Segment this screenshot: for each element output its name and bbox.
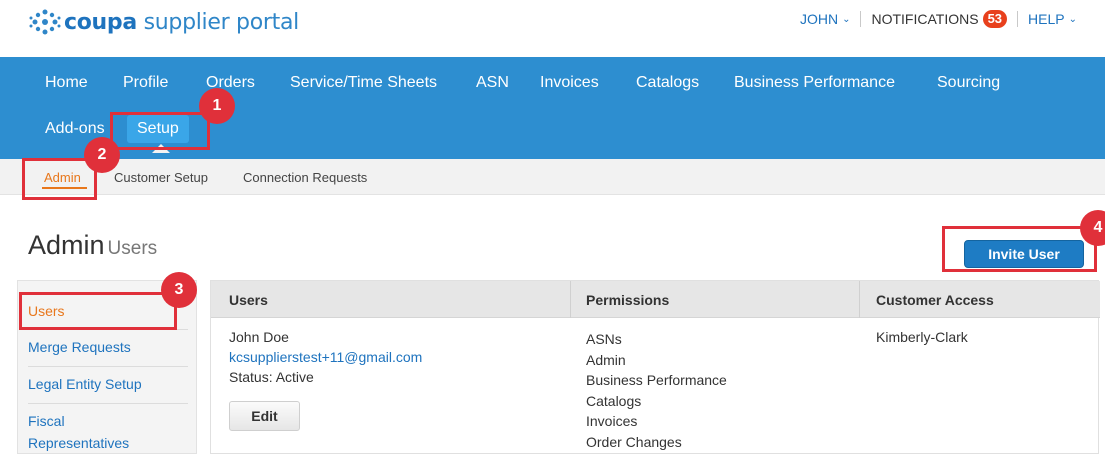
callout-highlight-users xyxy=(19,292,177,330)
callout-highlight-setup xyxy=(110,112,210,150)
column-divider xyxy=(570,281,571,318)
permission-item: Order Changes xyxy=(586,433,682,450)
nav-item-home[interactable]: Home xyxy=(45,74,88,92)
user-menu-label: JOHN xyxy=(799,11,839,27)
page-title: Admin Users xyxy=(28,230,158,260)
permission-item: Admin xyxy=(586,351,626,368)
column-header-customer-access[interactable]: Customer Access xyxy=(876,292,994,308)
customer-access-value: Kimberly-Clark xyxy=(876,329,968,345)
coupa-logo[interactable]: coupa supplier portal xyxy=(28,7,299,37)
notifications-link[interactable]: NOTIFICATIONS 53 xyxy=(861,10,1017,28)
nav-item-asn[interactable]: ASN xyxy=(476,74,509,92)
permission-item: Business Performance xyxy=(586,372,727,388)
nav-item-catalogs[interactable]: Catalogs xyxy=(636,74,699,92)
column-header-permissions[interactable]: Permissions xyxy=(586,292,669,308)
top-bar: coupa supplier portal JOHN ⌄ NOTIFICATIO… xyxy=(0,0,1105,46)
permission-item: Catalogs xyxy=(586,392,642,409)
nav-item-business-performance[interactable]: Business Performance xyxy=(734,74,895,92)
sidebar-item-fiscal-representatives-line2[interactable]: Representatives xyxy=(28,435,129,451)
permission-item: ASNs xyxy=(586,331,622,347)
sidebar-item-merge-requests[interactable]: Merge Requests xyxy=(28,339,131,355)
callout-number-1: 1 xyxy=(199,88,235,124)
sidebar-item-fiscal-representatives[interactable]: Fiscal xyxy=(28,413,65,429)
permission-item: Invoices xyxy=(586,413,638,429)
nav-item-add-ons[interactable]: Add-ons xyxy=(45,120,105,138)
divider xyxy=(28,403,188,404)
logo-text: coupa supplier portal xyxy=(64,9,299,35)
column-header-users[interactable]: Users xyxy=(229,292,268,308)
nav-item-service-time-sheets[interactable]: Service/Time Sheets xyxy=(290,74,437,92)
help-menu[interactable]: HELP ⌄ xyxy=(1018,11,1087,27)
notifications-count-badge: 53 xyxy=(982,10,1008,28)
chevron-down-icon: ⌄ xyxy=(842,13,851,25)
supplier-portal-page: coupa supplier portal JOHN ⌄ NOTIFICATIO… xyxy=(0,0,1105,454)
coupa-logo-icon xyxy=(28,7,62,37)
callout-number-2: 2 xyxy=(84,137,120,173)
permissions-list: ASNs Admin Business Performance Catalogs… xyxy=(586,329,727,452)
user-status: Status: Active xyxy=(229,369,314,385)
notifications-label: NOTIFICATIONS xyxy=(871,11,979,27)
divider xyxy=(28,366,188,367)
user-name: John Doe xyxy=(229,329,289,345)
chevron-down-icon: ⌄ xyxy=(1068,13,1077,25)
table-header: Users Permissions Customer Access xyxy=(211,281,1100,318)
edit-user-button[interactable]: Edit xyxy=(229,401,300,431)
nav-item-profile[interactable]: Profile xyxy=(123,74,168,92)
users-table: Users Permissions Customer Access John D… xyxy=(210,280,1100,454)
nav-item-invoices[interactable]: Invoices xyxy=(540,74,599,92)
nav-item-sourcing[interactable]: Sourcing xyxy=(937,74,1000,92)
callout-highlight-invite-user xyxy=(942,226,1097,272)
column-divider xyxy=(859,281,860,318)
subnav-item-customer-setup[interactable]: Customer Setup xyxy=(114,170,208,185)
user-menu[interactable]: JOHN ⌄ xyxy=(790,11,861,27)
top-links: JOHN ⌄ NOTIFICATIONS 53 HELP ⌄ xyxy=(790,10,1087,28)
help-menu-label: HELP xyxy=(1028,11,1065,27)
subnav-item-connection-requests[interactable]: Connection Requests xyxy=(243,170,367,185)
callout-number-3: 3 xyxy=(161,272,197,308)
user-email-link[interactable]: kcsupplierstest+11@gmail.com xyxy=(229,347,422,367)
sidebar-item-legal-entity-setup[interactable]: Legal Entity Setup xyxy=(28,376,142,392)
page-subtitle: Users xyxy=(107,238,158,259)
